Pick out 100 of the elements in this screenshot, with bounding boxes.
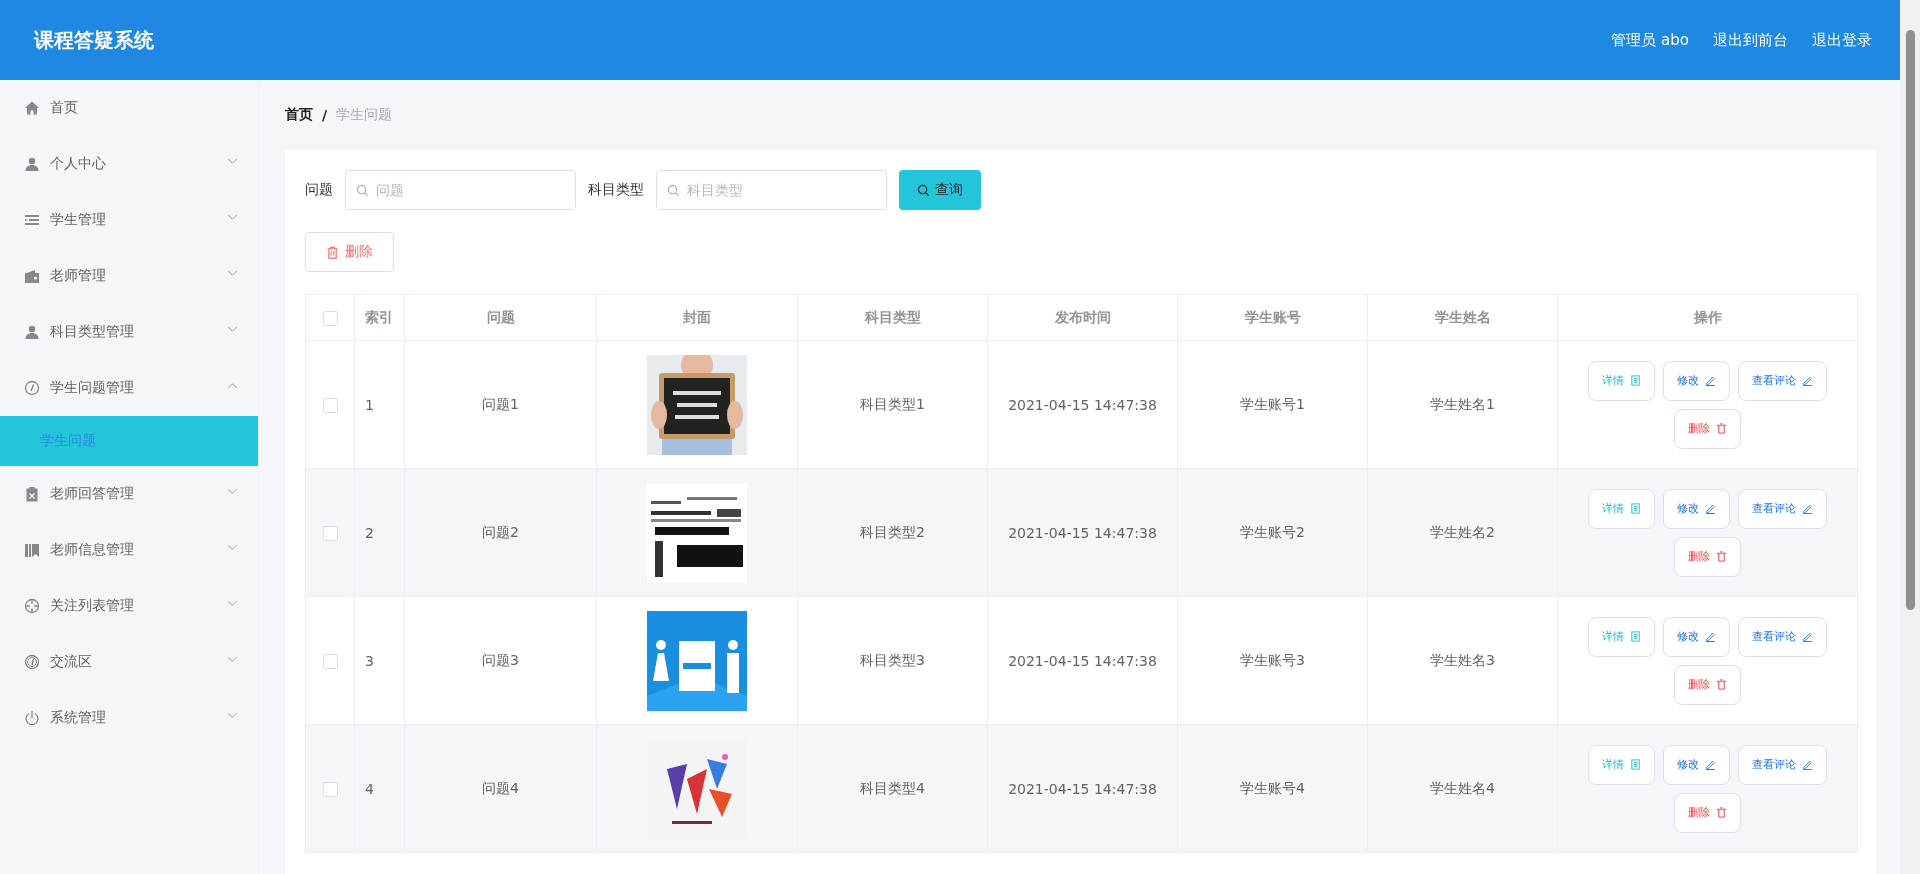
delete-button[interactable]: 删除 <box>1674 408 1741 449</box>
search-field[interactable]: 问题 <box>345 170 576 210</box>
comment-button[interactable]: 查看评论 <box>1738 744 1827 785</box>
search-icon <box>356 184 369 197</box>
table-cell: 学生账号3 <box>1240 651 1305 668</box>
wallet-icon <box>24 268 40 284</box>
pencil-icon <box>1705 503 1716 514</box>
table-cell: 学生账号4 <box>1240 779 1305 796</box>
table-cell: 科目类型1 <box>860 395 925 412</box>
document-icon <box>1630 503 1641 514</box>
checkbox[interactable] <box>322 653 338 669</box>
checkbox[interactable] <box>322 397 338 413</box>
trash-icon <box>326 245 339 259</box>
table-cell: 学生账号1 <box>1240 395 1305 412</box>
column-header: 问题 <box>486 308 515 325</box>
menu-item[interactable]: 学生问题管理 <box>0 360 258 416</box>
power-icon <box>24 710 40 726</box>
trash-icon <box>1716 807 1727 818</box>
column-header: 操作 <box>1693 308 1722 325</box>
trash-icon <box>1716 423 1727 434</box>
comment-button[interactable]: 查看评论 <box>1738 360 1827 401</box>
table-cell: 2021-04-15 14:47:38 <box>1008 396 1157 413</box>
document-icon <box>1630 375 1641 386</box>
crosshair-icon <box>24 598 40 614</box>
table-cell: 学生账号2 <box>1240 523 1305 540</box>
delete-button[interactable]: 删除 <box>305 232 394 272</box>
comment-button[interactable]: 查看评论 <box>1738 616 1827 657</box>
search-field[interactable]: 科目类型 <box>656 170 887 210</box>
menu-item[interactable]: 老师回答管理 <box>0 466 258 522</box>
table-cell: 学生姓名3 <box>1430 651 1495 668</box>
column-header: 学生账号 <box>1244 308 1301 325</box>
query-button[interactable]: 查询 <box>899 170 981 210</box>
delete-button[interactable]: 删除 <box>1674 536 1741 577</box>
table-cell: 2 <box>365 524 374 541</box>
column-header: 封面 <box>683 308 711 325</box>
menu-item[interactable]: 个人中心 <box>0 136 258 192</box>
breadcrumb-separator: / <box>322 107 328 123</box>
scrollbar-thumb[interactable] <box>1905 30 1915 610</box>
column-header: 索引 <box>365 308 393 325</box>
field-label: 科目类型 <box>588 181 644 199</box>
checkbox[interactable] <box>322 781 338 797</box>
table-cell: 1 <box>365 396 374 413</box>
field-label: 问题 <box>305 181 333 199</box>
pencil-icon <box>1705 375 1716 386</box>
comment-button[interactable]: 查看评论 <box>1738 488 1827 529</box>
menu-item[interactable]: 系统管理 <box>0 690 258 746</box>
edit-button[interactable]: 修改 <box>1663 488 1730 529</box>
pencil-icon <box>1705 759 1716 770</box>
column-header: 学生姓名 <box>1434 308 1491 325</box>
checkbox[interactable] <box>322 525 338 541</box>
trash-icon <box>1716 551 1727 562</box>
delete-button[interactable]: 删除 <box>1674 664 1741 705</box>
header-link[interactable]: 退出登录 <box>1812 30 1872 50</box>
document-icon <box>1630 759 1641 770</box>
menu-item[interactable]: 老师信息管理 <box>0 522 258 578</box>
books-icon <box>24 542 40 558</box>
column-header: 科目类型 <box>864 308 921 325</box>
app-title: 课程答疑系统 <box>34 26 154 54</box>
list-icon <box>24 212 40 228</box>
table-cell: 学生姓名2 <box>1430 523 1495 540</box>
header-link[interactable]: 退出到前台 <box>1713 30 1788 50</box>
table-cell: 2021-04-15 14:47:38 <box>1008 524 1157 541</box>
edit-button[interactable]: 修改 <box>1663 616 1730 657</box>
table-cell: 4 <box>365 780 374 797</box>
delete-button[interactable]: 删除 <box>1674 792 1741 833</box>
pencil-icon <box>1802 503 1813 514</box>
edit-button[interactable]: 修改 <box>1663 744 1730 785</box>
breadcrumb-item: 学生问题 <box>336 106 393 124</box>
table-cell: 问题4 <box>482 779 519 796</box>
pencil-icon <box>1802 631 1813 642</box>
edit-button[interactable]: 修改 <box>1663 360 1730 401</box>
menu-item[interactable]: 首页 <box>0 80 258 136</box>
menu-item[interactable]: 老师管理 <box>0 248 258 304</box>
clipboard-icon <box>24 486 40 502</box>
user-icon <box>24 324 40 340</box>
menu-item[interactable]: 学生管理 <box>0 192 258 248</box>
table-cell: 科目类型3 <box>860 651 925 668</box>
table-cell: 问题3 <box>482 651 519 668</box>
pencil-icon <box>1802 375 1813 386</box>
document-icon <box>1630 631 1641 642</box>
breadcrumb-item[interactable]: 首页 <box>285 106 313 124</box>
table-cell: 问题1 <box>482 395 519 412</box>
pencil-icon <box>1802 759 1813 770</box>
table-cell: 2021-04-15 14:47:38 <box>1008 780 1157 797</box>
compass-icon <box>24 380 40 396</box>
menu-item[interactable]: 交流区 <box>0 634 258 690</box>
home-icon <box>24 100 40 116</box>
column-header: 发布时间 <box>1054 308 1111 325</box>
search-icon <box>917 183 930 197</box>
table-cell: 学生姓名4 <box>1430 779 1495 796</box>
gauge-icon <box>24 654 40 670</box>
search-icon <box>667 184 680 197</box>
menu-item[interactable]: 科目类型管理 <box>0 304 258 360</box>
user-label: 管理员 abo <box>1611 30 1689 50</box>
menu-item[interactable]: 关注列表管理 <box>0 578 258 634</box>
pencil-icon <box>1705 631 1716 642</box>
checkbox[interactable] <box>322 310 338 326</box>
table-cell: 3 <box>365 652 374 669</box>
table-cell: 问题2 <box>482 523 519 540</box>
table-cell: 学生姓名1 <box>1430 395 1495 412</box>
